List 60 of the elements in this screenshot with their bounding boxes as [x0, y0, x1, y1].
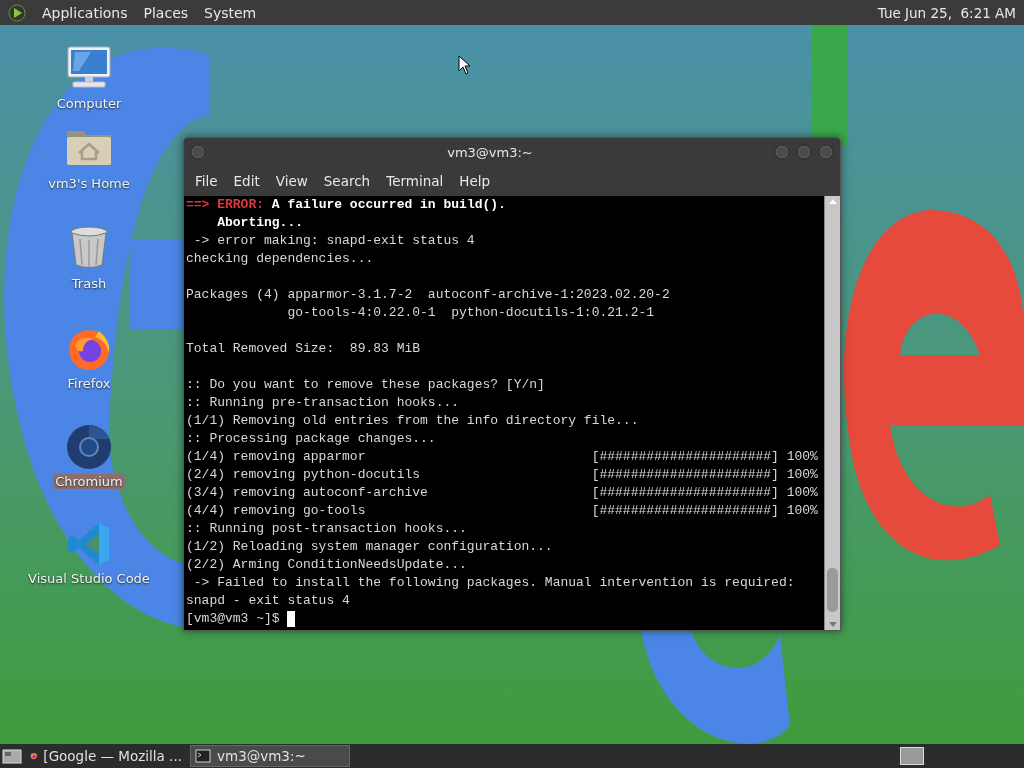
terminal-line: checking dependencies...: [186, 250, 374, 268]
menu-item[interactable]: Search: [315, 173, 379, 189]
progress-percent: 100%: [786, 448, 818, 466]
taskbar-button[interactable]: vm3@vm3:~: [190, 745, 350, 767]
terminal-line: Total Removed Size: 89.83 MiB: [186, 340, 421, 358]
menu-item[interactable]: Edit: [225, 173, 268, 189]
maximize-button[interactable]: [796, 144, 812, 160]
mouse-pointer-icon: [458, 55, 471, 75]
progress-bar-text: [######################]: [591, 502, 779, 520]
terminal-line: :: Processing package changes...: [186, 430, 436, 448]
clock[interactable]: Tue Jun 25, 6:21 AM: [877, 4, 1016, 21]
close-button[interactable]: [818, 144, 834, 160]
terminal-line: A failure occurred in build().: [271, 196, 506, 214]
progress-percent: 100%: [786, 502, 818, 520]
terminal-line: (3/4) removing autoconf-archive: [186, 484, 429, 502]
panel-menu[interactable]: Places: [143, 4, 189, 21]
terminal-line: Aborting...: [216, 214, 304, 232]
scrollbar-thumb[interactable]: [827, 568, 838, 612]
terminal-line: -> Failed to install the following packages. Manual intervention is required:: [192, 574, 795, 592]
terminal-line: (1/2) Reloading system manager configuration...: [186, 538, 553, 556]
terminal-line: (4/4) removing go-tools: [186, 502, 367, 520]
progress-percent: 100%: [786, 466, 818, 484]
show-desktop-icon[interactable]: [2, 747, 22, 765]
menu-item[interactable]: View: [267, 173, 316, 189]
terminal-line: (2/4) removing python-docutils: [186, 466, 422, 484]
error-arrow: ==>: [186, 196, 210, 214]
terminal-line: (1/4) removing apparmor: [186, 448, 367, 466]
workspace-switcher[interactable]: [900, 747, 924, 765]
progress-bar-text: [######################]: [591, 448, 779, 466]
terminal-line: (2/2) Arming ConditionNeedsUpdate...: [186, 556, 467, 574]
minimize-button[interactable]: [774, 144, 790, 160]
shell-prompt: [vm3@vm3 ~]$: [186, 610, 280, 628]
scroll-up-icon: [828, 198, 838, 205]
terminal-line: :: Running post-transaction hooks...: [186, 520, 467, 538]
terminal-line: Packages (4) apparmor-3.1.7-2 autoconf-archive-1:2023.02.20-2: [186, 286, 670, 304]
terminal-line: (1/1) Removing old entries from the info directory file...: [186, 412, 639, 430]
window-menu-icon[interactable]: [190, 144, 206, 160]
panel-menu[interactable]: Applications: [42, 4, 128, 21]
progress-percent: 100%: [786, 484, 818, 502]
menu-icon[interactable]: [8, 3, 26, 22]
window-title: vm3@vm3:~: [446, 144, 534, 160]
browser-icon[interactable]: [65, 423, 113, 471]
error-label: ERROR:: [217, 196, 265, 214]
scrollbar[interactable]: [824, 196, 840, 630]
menu-item[interactable]: Terminal: [378, 173, 452, 189]
panel-menu[interactable]: System: [204, 4, 257, 21]
taskbar-button[interactable]: [Google — Mozilla ...: [26, 745, 186, 767]
progress-bar-text: [######################]: [591, 466, 779, 484]
desktop-icon-label[interactable]: Chromium: [53, 474, 125, 489]
terminal-line: go-tools-4:0.22.0-1 python-docutils-1:0.21.2-1: [286, 304, 655, 322]
progress-bar-text: [######################]: [591, 484, 779, 502]
terminal-icon: [195, 748, 211, 764]
menu-item[interactable]: Help: [451, 173, 499, 189]
scroll-down-icon: [828, 621, 838, 628]
terminal-line: -> error making: snapd-exit status 4: [192, 232, 475, 250]
terminal-line: snapd - exit status 4: [186, 592, 350, 610]
terminal-line: :: Do you want to remove these packages? [Y/n]: [186, 376, 545, 394]
text-cursor: [287, 611, 296, 627]
terminal-line: :: Running pre-transaction hooks...: [186, 394, 460, 412]
menu-item[interactable]: File: [187, 173, 226, 189]
